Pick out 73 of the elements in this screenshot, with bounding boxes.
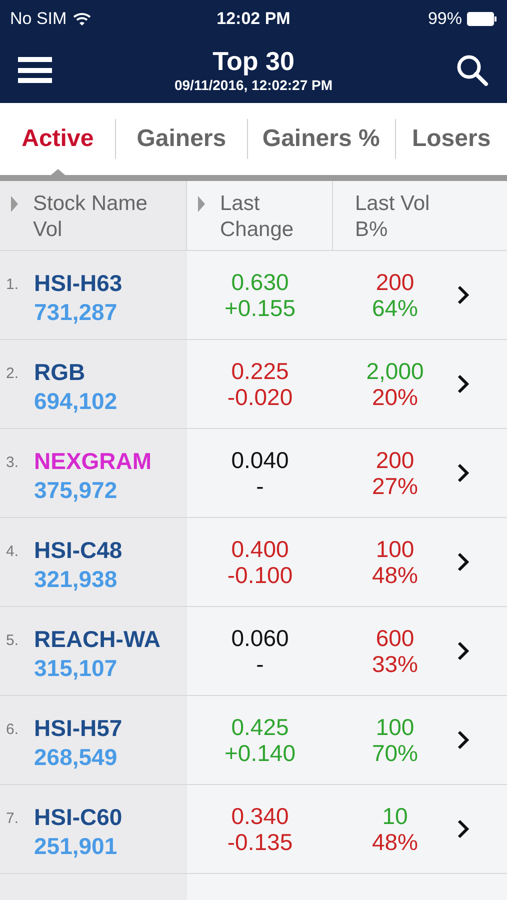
search-button[interactable]	[454, 53, 489, 87]
row-rank: 5.	[6, 631, 20, 651]
last-price: 0.340	[231, 803, 289, 829]
volume: 321,938	[34, 565, 118, 594]
buy-percent: 48%	[372, 562, 418, 588]
row-rank: 7.	[6, 809, 20, 829]
row-rank: 1.	[6, 275, 20, 295]
stock-name: HSI-C48	[34, 536, 122, 565]
last-price: 0.060	[231, 625, 289, 651]
sort-triangle-icon[interactable]	[197, 195, 206, 213]
chevron-right-icon[interactable]	[457, 285, 469, 305]
status-time: 12:02 PM	[216, 8, 290, 30]
battery-label: 99%	[428, 8, 462, 30]
tab[interactable]: Losers	[396, 103, 507, 175]
column-header[interactable]: Last Change	[187, 181, 333, 250]
tab[interactable]: Gainers %	[248, 103, 395, 175]
last-volume: 200	[376, 269, 414, 295]
last-price: 0.425	[231, 714, 289, 740]
buy-percent: 27%	[372, 473, 418, 499]
carrier-label: No SIM	[10, 8, 67, 30]
row-rank: 6.	[6, 720, 20, 740]
chevron-right-icon[interactable]	[457, 463, 469, 483]
price-change: -0.135	[227, 829, 293, 855]
row-rank: 2.	[6, 364, 20, 384]
buy-percent: 20%	[372, 384, 418, 410]
last-volume: 2,000	[366, 358, 424, 384]
page-title: Top 30	[212, 46, 294, 76]
volume: 694,102	[34, 387, 118, 416]
wifi-icon	[72, 12, 91, 26]
tab[interactable]: Gainers	[116, 103, 247, 175]
last-volume: 200	[376, 447, 414, 473]
last-volume: 10	[382, 803, 408, 829]
column-header[interactable]: Last Vol B%	[333, 181, 507, 250]
buy-percent: 33%	[372, 651, 418, 677]
tab[interactable]: Active	[0, 103, 116, 175]
price-change: -	[256, 651, 264, 677]
volume: 375,972	[34, 476, 118, 505]
stock-name: HSI-H63	[34, 269, 122, 298]
price-change: -0.100	[227, 562, 293, 588]
stock-name: REACH-WA	[34, 625, 160, 654]
price-change: +0.155	[224, 295, 296, 321]
stock-name: NEXGRAM	[34, 447, 152, 476]
buy-percent: 48%	[372, 829, 418, 855]
volume: 268,549	[34, 743, 118, 772]
last-volume: 100	[376, 714, 414, 740]
last-price: 0.400	[231, 536, 289, 562]
chevron-right-icon[interactable]	[457, 552, 469, 572]
chevron-right-icon[interactable]	[457, 374, 469, 394]
chevron-right-icon[interactable]	[457, 730, 469, 750]
stock-name: HSI-H57	[34, 714, 122, 743]
price-change: +0.140	[224, 740, 296, 766]
price-change: -	[256, 473, 264, 499]
battery-icon	[466, 12, 497, 26]
price-change: -0.020	[227, 384, 293, 410]
buy-percent: 64%	[372, 295, 418, 321]
last-price: 0.630	[231, 269, 289, 295]
volume: 731,287	[34, 298, 118, 327]
stock-name: RGB	[34, 358, 86, 387]
volume: 315,107	[34, 654, 118, 683]
last-volume: 100	[376, 536, 414, 562]
column-header[interactable]: Stock Name Vol	[0, 181, 187, 250]
volume: 251,901	[34, 832, 118, 861]
last-price: 0.225	[231, 358, 289, 384]
buy-percent: 70%	[372, 740, 418, 766]
last-price: 0.040	[231, 447, 289, 473]
last-volume: 600	[376, 625, 414, 651]
menu-button[interactable]	[18, 55, 52, 85]
row-rank: 3.	[6, 453, 20, 473]
timestamp: 09/11/2016, 12:02:27 PM	[174, 76, 332, 94]
chevron-right-icon[interactable]	[457, 819, 469, 839]
stock-name: HSI-C60	[34, 803, 122, 832]
row-rank: 4.	[6, 542, 20, 562]
chevron-right-icon[interactable]	[457, 641, 469, 661]
